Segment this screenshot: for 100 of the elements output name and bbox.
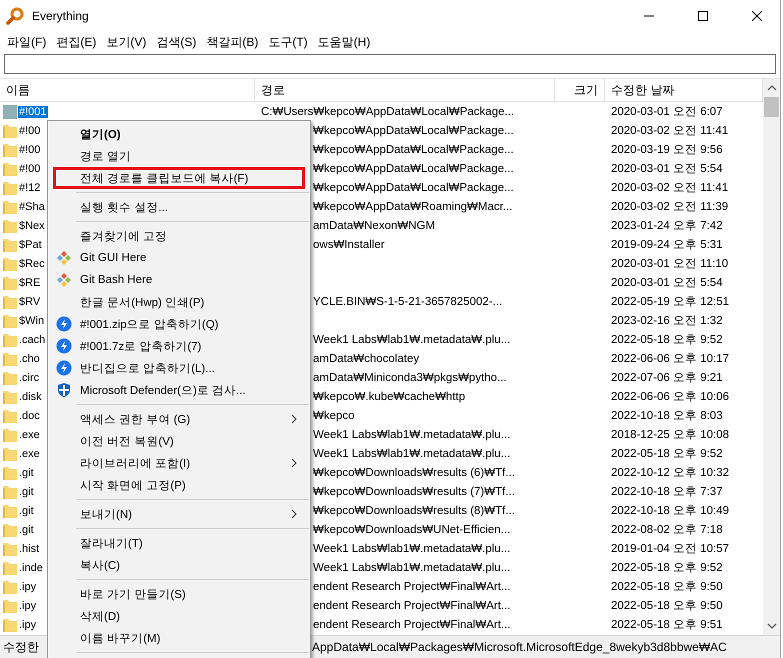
- scroll-up-icon[interactable]: [766, 85, 776, 91]
- file-name[interactable]: $Pat: [18, 238, 43, 250]
- file-name[interactable]: .ipy: [18, 580, 38, 592]
- date-cell-text: 2022-05-18 오후 9:52: [611, 447, 723, 461]
- path-cell: ₩kepco₩Downloads₩results (8)₩Tf...: [313, 504, 515, 516]
- file-name[interactable]: .git: [18, 486, 35, 498]
- menu-item[interactable]: 책갈피(B): [201, 34, 264, 50]
- path-cell: amData₩Miniconda3₩pkgs₩pytho...: [313, 372, 507, 384]
- date-cell-text: 2022-05-18 오후 9:50: [611, 580, 723, 594]
- magnifier-icon: [6, 7, 24, 25]
- file-name[interactable]: .circ: [18, 372, 40, 384]
- column-header[interactable]: 이름: [0, 79, 255, 101]
- file-name[interactable]: $Rec: [18, 258, 46, 270]
- context-menu-item[interactable]: 즐겨찾기에 고정: [53, 225, 305, 247]
- context-menu-item[interactable]: 복사(C): [53, 554, 305, 576]
- date-cell-text: 2022-06-06 오후 10:17: [611, 352, 729, 366]
- path-cell: ₩kepco₩AppData₩Roaming₩Macr...: [313, 200, 512, 212]
- scrollbar[interactable]: [763, 79, 780, 635]
- path-cell: endent Research Project₩Final₩Art...: [313, 580, 510, 592]
- menu-item[interactable]: 도움말(H): [312, 34, 376, 50]
- context-menu-item[interactable]: 전체 경로를 클립보드에 복사(F): [53, 167, 305, 189]
- file-name[interactable]: .cach: [18, 334, 46, 346]
- context-menu-item[interactable]: 반디집으로 압축하기(L)...: [53, 357, 305, 379]
- context-menu-item[interactable]: Git Bash Here: [53, 269, 305, 291]
- file-name[interactable]: .git: [18, 504, 35, 516]
- context-menu-item[interactable]: Git GUI Here: [53, 247, 305, 269]
- date-cell-text: 2023-02-16 오전 1:32: [611, 314, 723, 328]
- file-name[interactable]: .ipy: [18, 600, 38, 612]
- context-menu-item[interactable]: 액세스 권한 부여 (G): [53, 408, 305, 430]
- menu-item[interactable]: 편집(E): [51, 34, 102, 50]
- date-cell-text: 2022-05-18 오후 9:51: [611, 618, 723, 632]
- context-menu-item[interactable]: 이전 버전 복원(V): [53, 430, 305, 452]
- file-name[interactable]: #!12: [18, 182, 42, 194]
- date-cell-text: 2022-10-12 오후 10:32: [611, 466, 729, 480]
- menu-item[interactable]: 파일(F): [2, 34, 52, 50]
- scroll-down-icon[interactable]: [766, 623, 776, 629]
- file-name[interactable]: .git: [18, 524, 35, 536]
- path-cell: ₩kepco₩Downloads₩results (6)₩Tf...: [313, 466, 515, 478]
- context-menu-item[interactable]: 경로 열기: [53, 145, 305, 167]
- date-cell-text: 2022-06-06 오후 10:06: [611, 390, 729, 404]
- file-name[interactable]: $Win: [18, 314, 46, 326]
- folder-icon: [3, 256, 17, 272]
- file-name[interactable]: $Nex: [18, 220, 46, 232]
- context-menu-item[interactable]: #!001.zip으로 압축하기(Q): [53, 313, 305, 335]
- path-cell: endent Research Project₩Final₩Art...: [313, 618, 510, 630]
- date-cell-text: 2022-05-19 오후 12:51: [611, 295, 729, 309]
- file-name[interactable]: #!00: [18, 144, 42, 156]
- path-cell: ₩kepco₩AppData₩Local₩Package...: [313, 182, 514, 194]
- file-name[interactable]: #Sha: [18, 200, 46, 212]
- diamond-icon: [56, 250, 72, 266]
- scroll-thumb[interactable]: [764, 97, 779, 117]
- file-name[interactable]: #!00: [18, 124, 42, 136]
- search-field[interactable]: [4, 54, 776, 74]
- context-menu-item[interactable]: 이름 바꾸기(M): [53, 627, 305, 649]
- folder-icon: [3, 522, 17, 538]
- folder-icon: [3, 540, 17, 556]
- file-name[interactable]: .exe: [18, 448, 41, 460]
- file-name[interactable]: .hist: [18, 542, 40, 554]
- context-menu-item[interactable]: #!001.7z로 압축하기(7): [53, 335, 305, 357]
- file-name[interactable]: .exe: [18, 428, 41, 440]
- column-header[interactable]: 크기: [555, 79, 605, 101]
- folder-icon: [3, 350, 17, 366]
- path-cell: Week1 Labs₩lab1₩.metadata₩.plu...: [313, 448, 510, 460]
- context-menu-item[interactable]: 실행 횟수 설정...: [53, 196, 305, 218]
- context-menu-item[interactable]: Microsoft Defender(으)로 검사...: [53, 379, 305, 401]
- context-menu-item[interactable]: 잘라내기(T): [53, 532, 305, 554]
- date-cell-text: 2022-05-18 오후 9:50: [611, 599, 723, 613]
- file-name[interactable]: .doc: [18, 410, 41, 422]
- context-menu-item[interactable]: 삭제(D): [53, 605, 305, 627]
- context-menu-item[interactable]: 보내기(N): [53, 503, 305, 525]
- folder-icon: [3, 236, 17, 252]
- context-menu-item[interactable]: 라이브러리에 포함(I): [53, 452, 305, 474]
- path-cell: endent Research Project₩Final₩Art...: [313, 600, 510, 612]
- file-name[interactable]: .inde: [18, 562, 44, 574]
- file-name[interactable]: $RE: [18, 276, 42, 288]
- date-cell-text: 2020-03-01 오전 11:10: [611, 257, 728, 271]
- path-cell: ₩kepco₩AppData₩Local₩Package...: [313, 124, 514, 136]
- file-name[interactable]: .disk: [18, 390, 43, 402]
- file-name[interactable]: .cho: [18, 352, 41, 364]
- file-name[interactable]: .ipy: [18, 618, 38, 630]
- path-cell: ₩kepco₩AppData₩Local₩Package...: [313, 162, 514, 174]
- context-menu-item[interactable]: 한글 문서(Hwp) 인쇄(P): [53, 291, 305, 313]
- folder-icon: [3, 180, 17, 196]
- folder-icon: [3, 312, 17, 328]
- file-name[interactable]: .git: [18, 466, 35, 478]
- menu-item[interactable]: 검색(S): [151, 34, 202, 50]
- file-name[interactable]: $RV: [18, 296, 42, 308]
- folder-icon: [3, 388, 17, 404]
- menu-item[interactable]: 보기(V): [101, 34, 152, 50]
- context-menu-item[interactable]: 열기(O): [53, 123, 305, 145]
- lightning-icon: [56, 316, 72, 332]
- context-menu-item[interactable]: 시작 화면에 고정(P): [53, 474, 305, 496]
- date-cell-text: 2022-10-18 오후 8:03: [611, 409, 723, 423]
- file-name[interactable]: #!001: [18, 106, 48, 118]
- context-menu-item[interactable]: 바로 가기 만들기(S): [53, 583, 305, 605]
- file-name[interactable]: #!00: [18, 162, 42, 174]
- menu-item[interactable]: 도구(T): [263, 34, 313, 50]
- date-cell-text: 2020-03-19 오전 9:56: [611, 143, 723, 157]
- path-cell: Week1 Labs₩lab1₩.metadata₩.plu...: [313, 542, 510, 554]
- column-header[interactable]: 경로: [255, 79, 555, 101]
